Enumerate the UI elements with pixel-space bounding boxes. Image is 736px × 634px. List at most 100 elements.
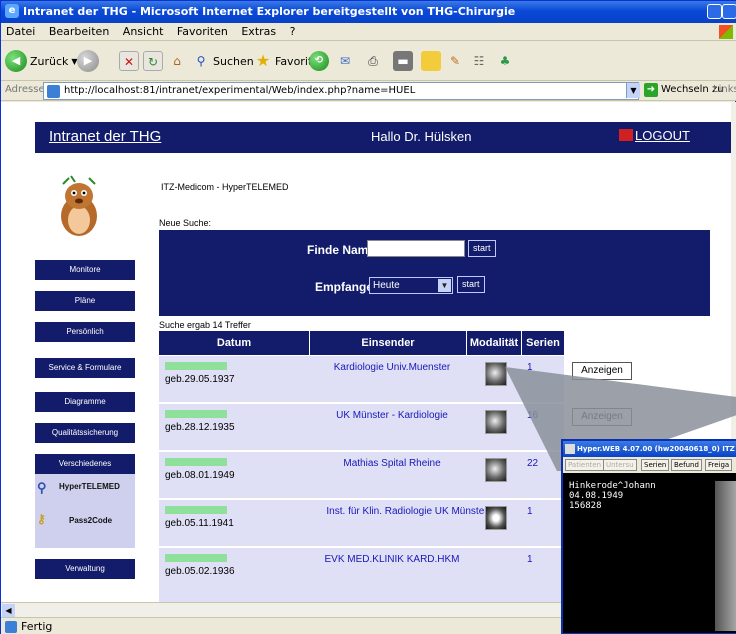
menu-bearbeiten[interactable]: Bearbeiten bbox=[44, 23, 114, 40]
table-row[interactable]: geb.29.05.1937 Kardiologie Univ.Muenster… bbox=[159, 356, 564, 402]
table-row[interactable]: geb.05.11.1941 Inst. für Klin. Radiologi… bbox=[159, 500, 564, 546]
edit-icon: ▬ bbox=[393, 51, 413, 71]
viewer-tab-untersu[interactable]: Untersu bbox=[603, 459, 637, 471]
windows-logo-icon bbox=[719, 25, 733, 39]
edit-button[interactable]: ▬ bbox=[393, 49, 413, 73]
nav-service-formulare[interactable]: Service & Formulare bbox=[35, 358, 135, 378]
scroll-left-icon[interactable]: ◀ bbox=[2, 604, 15, 617]
sender-link[interactable]: Kardiologie Univ.Muenster bbox=[307, 362, 477, 373]
search-label: Suchen bbox=[213, 54, 254, 68]
patient-name-redacted bbox=[165, 458, 227, 466]
messenger-button[interactable]: ☷ bbox=[469, 49, 489, 73]
users-button[interactable]: ♣ bbox=[495, 49, 515, 73]
forward-arrow-icon: ▶ bbox=[77, 50, 99, 72]
received-start-button[interactable]: start bbox=[457, 276, 485, 293]
nav-monitore[interactable]: Monitore bbox=[35, 260, 135, 280]
mail-icon: ✉ bbox=[339, 54, 351, 68]
modality-thumbnail[interactable] bbox=[485, 506, 507, 530]
nav-plaene[interactable]: Pläne bbox=[35, 291, 135, 311]
research-icon: ✎ bbox=[449, 54, 461, 68]
viewer-tab-patienten[interactable]: Patienten bbox=[565, 459, 605, 471]
series-count[interactable]: 1 bbox=[527, 554, 533, 565]
menu-help[interactable]: ? bbox=[285, 23, 301, 40]
nav-verschiedenes[interactable]: Verschiedenes bbox=[35, 454, 135, 474]
stop-button[interactable]: ✕ bbox=[119, 49, 139, 73]
table-row[interactable]: geb.08.01.1949 Mathias Spital Rheine 22 bbox=[159, 452, 564, 498]
logout-icon bbox=[619, 129, 633, 141]
go-button[interactable]: ➜ Wechseln zu bbox=[644, 83, 724, 97]
forward-button[interactable]: ▶ bbox=[77, 49, 99, 73]
viewer-tab-befund[interactable]: Befund bbox=[671, 459, 702, 471]
menu-ansicht[interactable]: Ansicht bbox=[118, 23, 169, 40]
column-header-einsender[interactable]: Einsender bbox=[310, 331, 467, 355]
mail-button[interactable]: ✉ bbox=[335, 49, 355, 73]
nav-persoenlich[interactable]: Persönlich bbox=[35, 322, 135, 342]
minimize-button[interactable] bbox=[707, 4, 722, 19]
star-icon: ★ bbox=[255, 51, 271, 70]
address-dropdown[interactable]: ▼ bbox=[626, 83, 640, 98]
menu-extras[interactable]: Extras bbox=[236, 23, 281, 40]
home-icon: ⌂ bbox=[173, 54, 181, 68]
viewer-title: Hyper.WEB 4.07.00 (hw20040618_0) ITZ Me bbox=[577, 445, 736, 453]
back-button[interactable]: ◀ Zurück ▼ bbox=[5, 49, 78, 73]
xray-image bbox=[715, 481, 736, 631]
sender-link[interactable]: Mathias Spital Rheine bbox=[307, 458, 477, 469]
refresh-button[interactable]: ↻ bbox=[143, 49, 163, 73]
patient-name-redacted bbox=[165, 410, 227, 418]
sender-link[interactable]: EVK MED.KLINIK KARD.HKM bbox=[307, 554, 477, 565]
users-icon: ♣ bbox=[499, 54, 511, 68]
table-row[interactable]: geb.05.02.1936 EVK MED.KLINIK KARD.HKM 1 bbox=[159, 548, 564, 602]
menu-datei[interactable]: Datei bbox=[1, 23, 40, 40]
view-button[interactable]: Anzeigen bbox=[572, 362, 632, 380]
nav-diagramme[interactable]: Diagramme bbox=[35, 392, 135, 412]
series-count[interactable]: 1 bbox=[527, 506, 533, 517]
table-row[interactable]: geb.28.12.1935 UK Münster - Kardiologie … bbox=[159, 404, 564, 450]
site-brand-link[interactable]: Intranet der THG bbox=[49, 128, 161, 145]
viewer-tab-freiga[interactable]: Freiga bbox=[705, 459, 733, 471]
column-header-datum[interactable]: Datum bbox=[159, 331, 310, 355]
address-input[interactable]: http://localhost:81/intranet/experimenta… bbox=[43, 82, 639, 100]
browser-toolbar: ◀ Zurück ▼ ▶ ✕ ↻ ⌂ ⚲ Suchen ★ Favoriten … bbox=[1, 41, 736, 81]
search-button[interactable]: ⚲ Suchen bbox=[191, 49, 254, 73]
find-name-start-button[interactable]: start bbox=[468, 240, 496, 257]
viewer-app-icon bbox=[565, 444, 575, 454]
series-count[interactable]: 22 bbox=[527, 458, 538, 469]
sender-link[interactable]: Inst. für Klin. Radiologie UK Münster bbox=[307, 506, 507, 517]
stop-icon: ✕ bbox=[119, 51, 139, 71]
title-bar: e Intranet der THG - Microsoft Internet … bbox=[1, 1, 736, 23]
result-count: Suche ergab 14 Treffer bbox=[159, 320, 251, 330]
maximize-button[interactable] bbox=[722, 4, 736, 19]
series-count[interactable]: 1 bbox=[527, 362, 533, 373]
print-icon: ⎙ bbox=[368, 54, 378, 68]
find-name-input[interactable] bbox=[367, 240, 465, 257]
series-count[interactable]: 16 bbox=[527, 410, 538, 421]
home-button[interactable]: ⌂ bbox=[167, 49, 187, 73]
nav-pass2code[interactable]: Pass2Code bbox=[69, 516, 112, 525]
viewer-image-area[interactable]: Hinkerode^Johann 04.08.1949 156828 bbox=[563, 473, 736, 633]
nav-verwaltung[interactable]: Verwaltung bbox=[35, 559, 135, 579]
birth-date: geb.05.02.1936 bbox=[165, 566, 235, 577]
column-header-serien[interactable]: Serien bbox=[522, 331, 564, 355]
folder-button[interactable] bbox=[421, 49, 441, 73]
patient-name-redacted bbox=[165, 554, 227, 562]
nav-hypertelemed[interactable]: HyperTELEMED bbox=[59, 482, 120, 491]
modality-thumbnail[interactable] bbox=[485, 458, 507, 482]
links-label[interactable]: Links bbox=[713, 84, 736, 95]
logout-link[interactable]: LOGOUT bbox=[619, 128, 690, 143]
back-arrow-icon: ◀ bbox=[5, 50, 27, 72]
sender-link[interactable]: UK Münster - Kardiologie bbox=[307, 410, 477, 421]
modality-thumbnail[interactable] bbox=[485, 362, 507, 386]
viewer-tab-serien[interactable]: Serien bbox=[641, 459, 670, 471]
nav-qualitaetssicherung[interactable]: Qualitätssicherung bbox=[35, 423, 135, 443]
print-button[interactable]: ⎙ bbox=[363, 49, 383, 73]
column-header-modalitaet[interactable]: Modalität bbox=[467, 331, 522, 355]
viewer-patient-name: Hinkerode^Johann bbox=[569, 481, 656, 491]
menu-favoriten[interactable]: Favoriten bbox=[172, 23, 233, 40]
modality-thumbnail[interactable] bbox=[485, 410, 507, 434]
view-button[interactable]: Anzeigen bbox=[572, 408, 632, 426]
research-button[interactable]: ✎ bbox=[445, 49, 465, 73]
received-select[interactable]: Heute ▼ bbox=[369, 277, 453, 294]
patient-name-redacted bbox=[165, 362, 227, 370]
history-button[interactable]: ⟲ bbox=[309, 49, 329, 73]
mascot-logo bbox=[61, 175, 97, 236]
